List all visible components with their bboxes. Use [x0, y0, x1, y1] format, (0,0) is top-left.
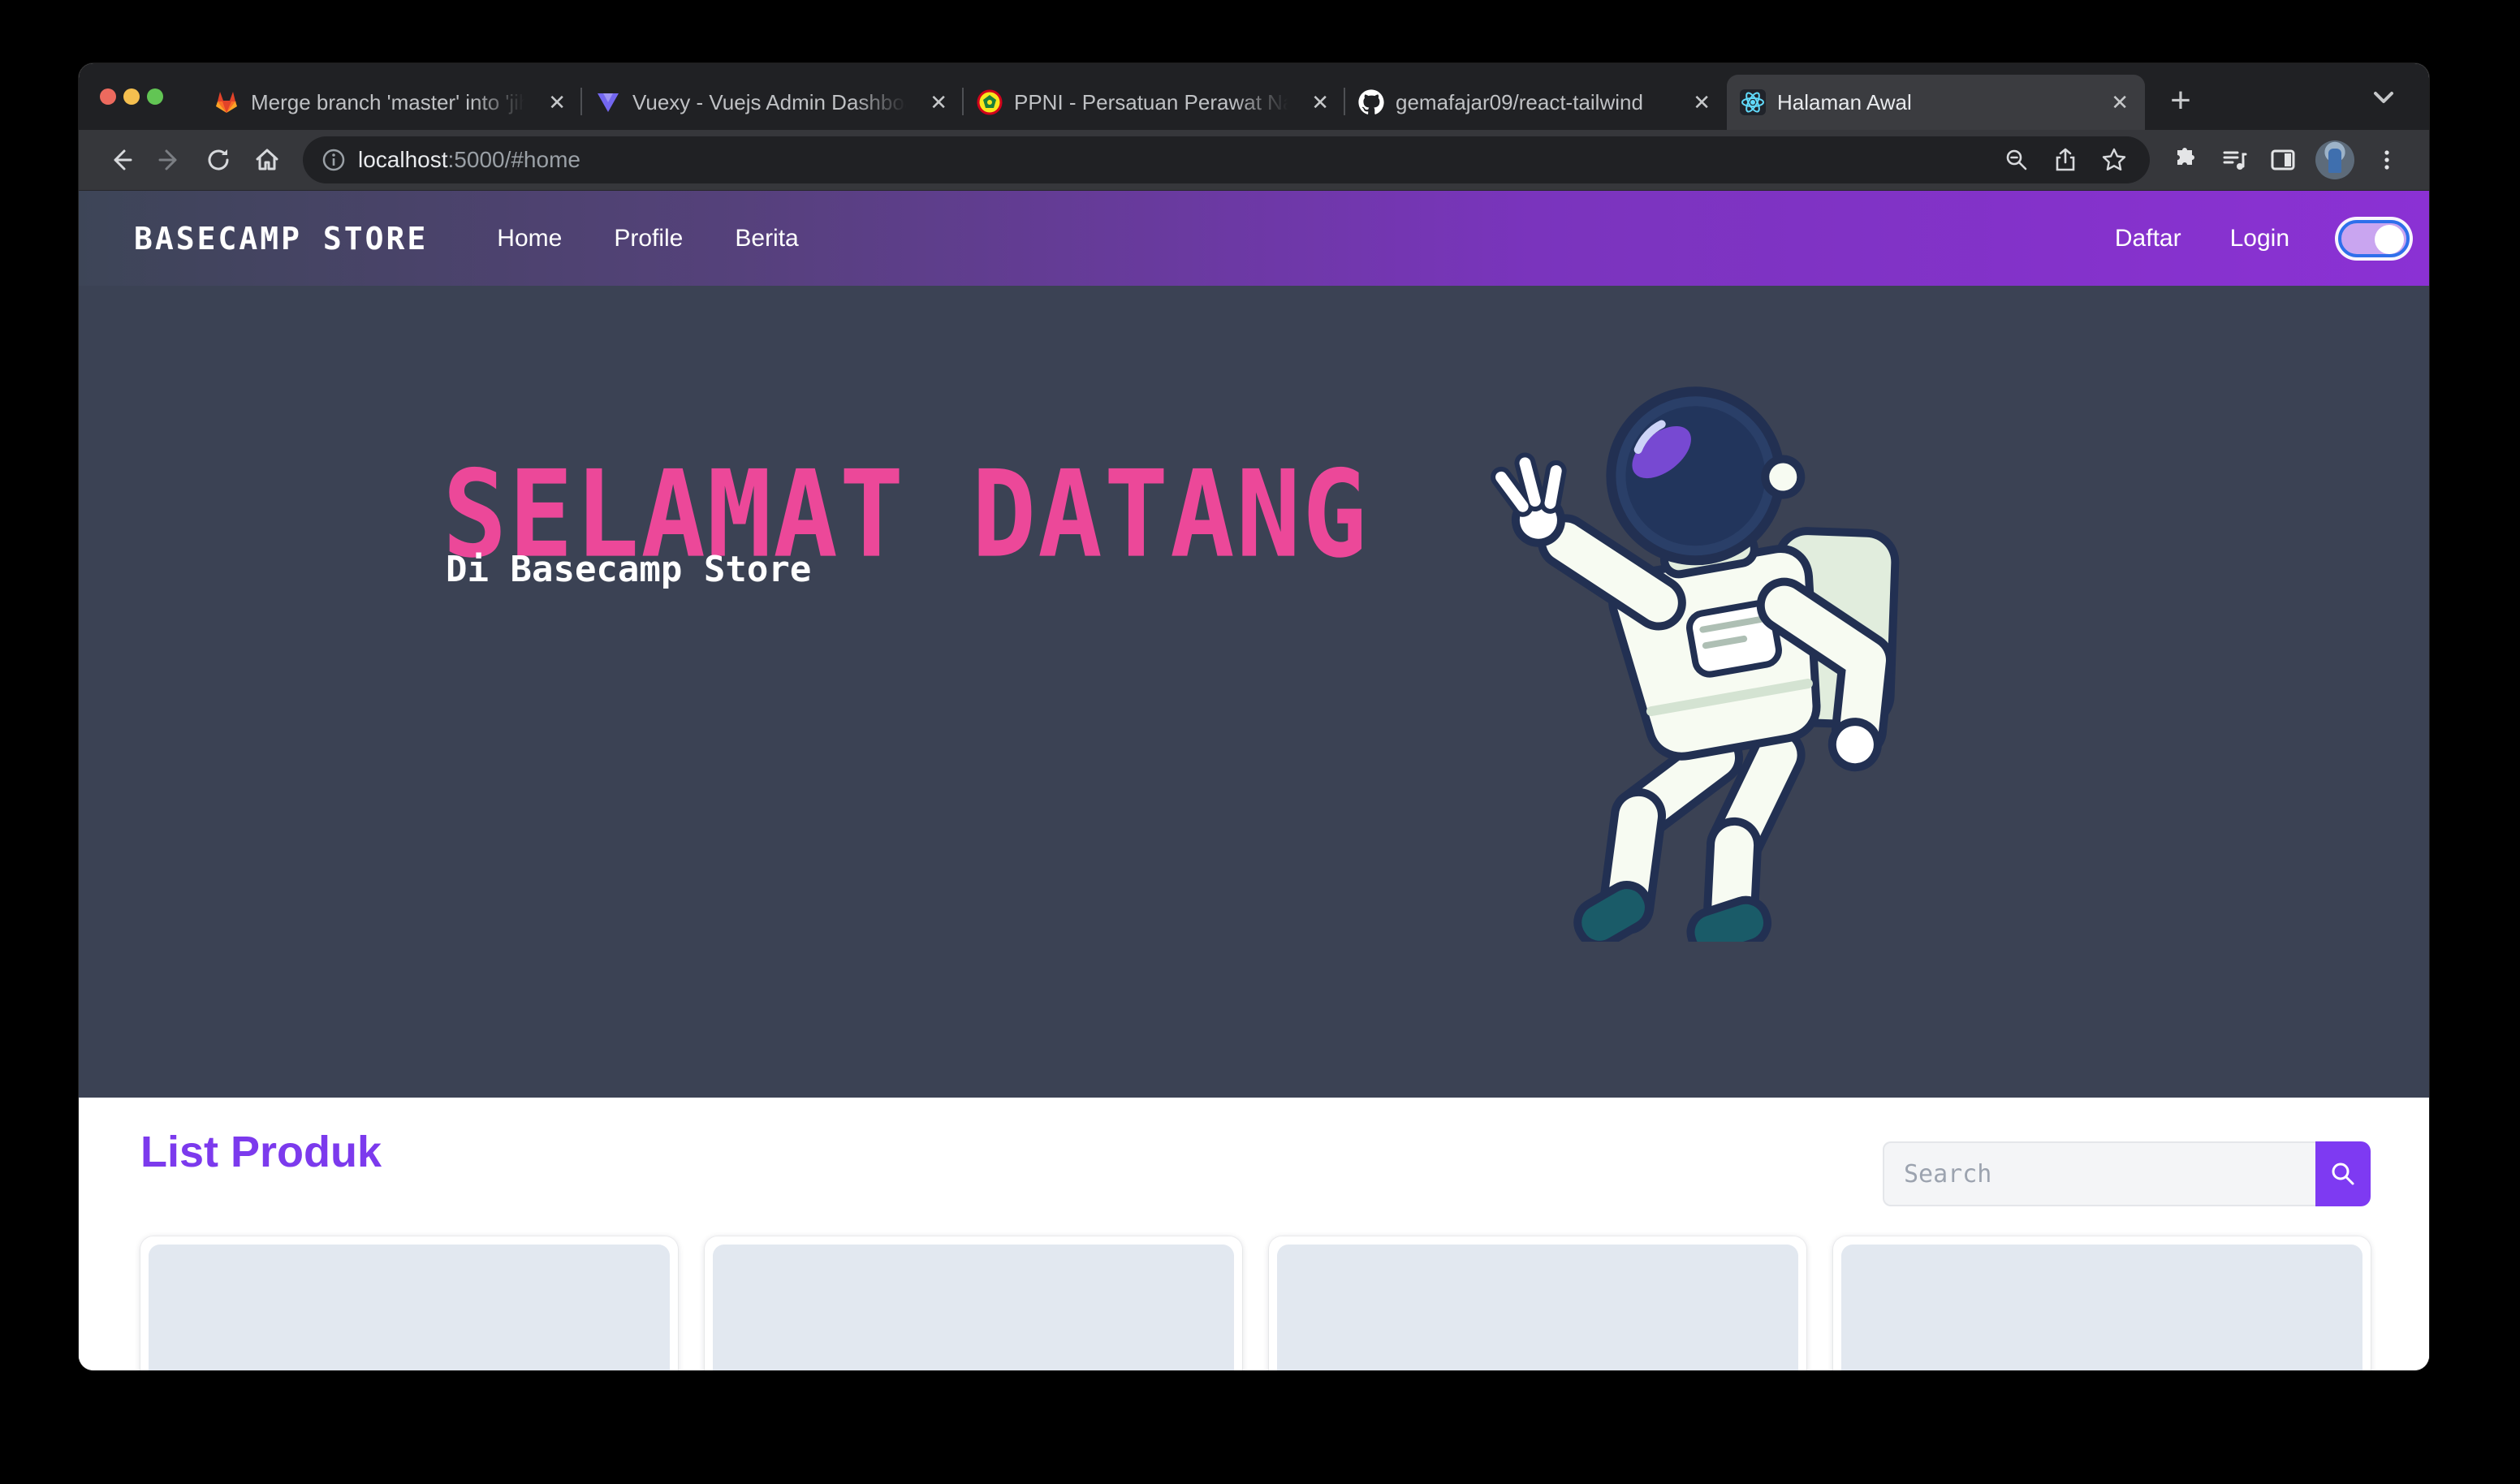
tab-title: PPNI - Persatuan Perawat Nasi — [1014, 90, 1297, 115]
nav-link-berita[interactable]: Berita — [735, 225, 798, 252]
home-button[interactable] — [243, 136, 291, 184]
tab-title: Vuexy - Vuejs Admin Dashboar — [632, 90, 915, 115]
tab-strip: Merge branch 'master' into 'jih ✕ Vuexy … — [79, 63, 2429, 130]
vuexy-icon — [595, 89, 621, 115]
site-info-icon[interactable] — [321, 147, 347, 173]
nav-links: Home Profile Berita — [497, 225, 798, 252]
product-image-placeholder — [713, 1245, 1234, 1370]
tab-close-icon[interactable]: ✕ — [926, 90, 951, 115]
tab-github-repo[interactable]: gemafajar09/react-tailwind ✕ — [1345, 75, 1727, 130]
product-search — [1883, 1141, 2371, 1206]
tab-title: Merge branch 'master' into 'jih — [251, 90, 533, 115]
extensions-puzzle-icon[interactable] — [2161, 136, 2210, 184]
search-icon — [2329, 1160, 2357, 1188]
product-image-placeholder — [149, 1245, 670, 1370]
react-icon — [1740, 89, 1766, 115]
close-window-button[interactable] — [100, 88, 116, 105]
zoom-out-icon[interactable] — [1992, 136, 2041, 184]
product-card-grid — [140, 1236, 2371, 1370]
search-input[interactable] — [1883, 1141, 2315, 1206]
tab-title: Halaman Awal — [1777, 90, 2096, 115]
hero-subtitle: Di Basecamp Store — [446, 549, 811, 590]
macos-traffic-lights — [79, 63, 201, 130]
browser-menu-kebab-icon[interactable] — [2362, 136, 2411, 184]
profile-avatar[interactable] — [2315, 140, 2354, 179]
tab-ppni[interactable]: PPNI - Persatuan Perawat Nasi ✕ — [964, 75, 1345, 130]
product-card[interactable] — [705, 1236, 1242, 1370]
reload-button[interactable] — [194, 136, 243, 184]
back-button[interactable] — [97, 136, 145, 184]
product-card[interactable] — [140, 1236, 678, 1370]
browser-window: Merge branch 'master' into 'jih ✕ Vuexy … — [79, 63, 2429, 1370]
side-panel-icon[interactable] — [2259, 136, 2307, 184]
url-path: :5000/#home — [448, 147, 580, 172]
address-bar[interactable]: localhost:5000/#home — [303, 136, 2150, 183]
tab-close-icon[interactable]: ✕ — [2108, 90, 2132, 115]
product-image-placeholder — [1841, 1245, 2362, 1370]
url-text: localhost:5000/#home — [358, 147, 580, 173]
bookmark-star-icon[interactable] — [2090, 136, 2138, 184]
product-card[interactable] — [1833, 1236, 2371, 1370]
browser-toolbar: localhost:5000/#home — [79, 130, 2429, 191]
product-image-placeholder — [1277, 1245, 1798, 1370]
products-section: List Produk — [79, 1098, 2429, 1370]
brand-logo[interactable]: BASECAMP STORE — [134, 221, 428, 257]
tab-close-icon[interactable]: ✕ — [1689, 90, 1714, 115]
zoom-window-button[interactable] — [147, 88, 163, 105]
tab-close-icon[interactable]: ✕ — [1308, 90, 1332, 115]
github-icon — [1358, 89, 1384, 115]
products-heading: List Produk — [140, 1127, 382, 1177]
tab-title: gemafajar09/react-tailwind — [1396, 90, 1678, 115]
theme-toggle-switch[interactable] — [2338, 220, 2410, 257]
minimize-window-button[interactable] — [123, 88, 140, 105]
tab-gitlab-merge-branch[interactable]: Merge branch 'master' into 'jih ✕ — [201, 75, 582, 130]
nav-link-profile[interactable]: Profile — [614, 225, 683, 252]
nav-actions: Daftar Login — [2115, 220, 2410, 257]
hero-section: SELAMAT DATANG Di Basecamp Store — [79, 286, 2429, 1098]
share-icon[interactable] — [2041, 136, 2090, 184]
new-tab-button[interactable]: + — [2161, 83, 2200, 122]
ppni-icon — [977, 89, 1003, 115]
tab-halaman-awal-active[interactable]: Halaman Awal ✕ — [1727, 75, 2145, 130]
astronaut-illustration — [1453, 373, 1989, 942]
site-navbar: BASECAMP STORE Home Profile Berita Dafta… — [79, 191, 2429, 286]
search-button[interactable] — [2315, 1141, 2371, 1206]
tab-close-icon[interactable]: ✕ — [545, 90, 569, 115]
tab-vuexy-dashboard[interactable]: Vuexy - Vuejs Admin Dashboar ✕ — [582, 75, 964, 130]
forward-button[interactable] — [145, 136, 194, 184]
toggle-knob — [2375, 225, 2404, 254]
url-host: localhost — [358, 147, 448, 172]
nav-link-home[interactable]: Home — [497, 225, 562, 252]
tab-search-chevron-icon[interactable] — [2369, 88, 2398, 107]
nav-link-daftar[interactable]: Daftar — [2115, 225, 2181, 252]
gitlab-icon — [214, 89, 239, 115]
product-card[interactable] — [1269, 1236, 1806, 1370]
media-playlist-icon[interactable] — [2210, 136, 2259, 184]
webpage: BASECAMP STORE Home Profile Berita Dafta… — [79, 191, 2429, 1370]
nav-link-login[interactable]: Login — [2230, 225, 2289, 252]
